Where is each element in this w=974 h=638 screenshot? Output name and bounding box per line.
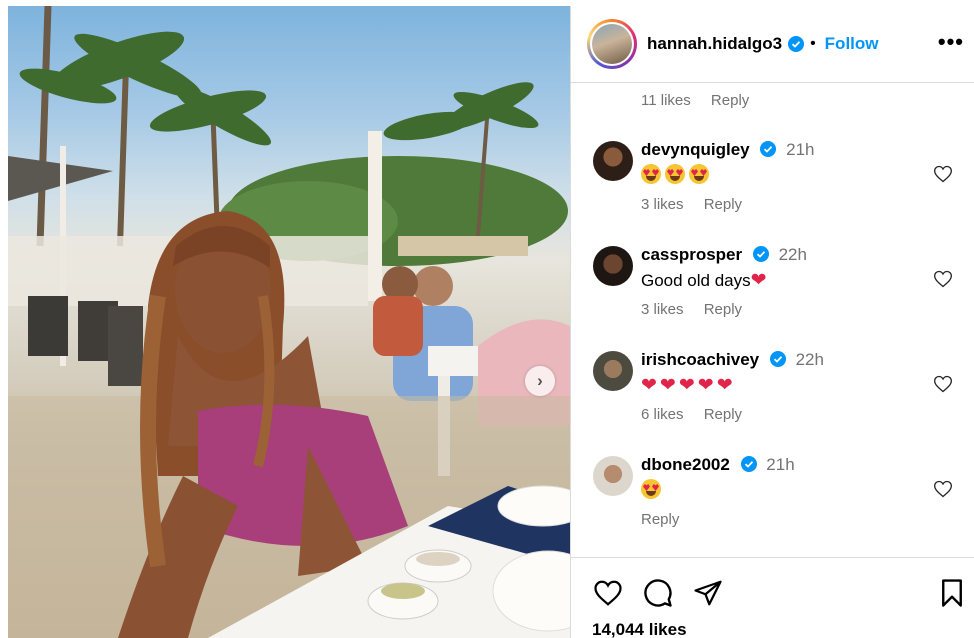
send-icon: [694, 580, 722, 606]
comment-item: cassprosper 22h Good old days❤ 3 likes R…: [571, 245, 974, 345]
more-options-icon[interactable]: •••: [938, 31, 964, 53]
verified-badge-icon: [760, 141, 777, 157]
verified-badge-icon: [752, 246, 769, 262]
reply-button[interactable]: Reply: [704, 406, 742, 423]
red-heart-emoji-icon: ❤: [716, 375, 733, 396]
like-heart-icon[interactable]: [933, 269, 953, 289]
verified-badge-icon: [740, 456, 757, 472]
comment-likes[interactable]: 3 likes: [641, 301, 684, 318]
comment-username[interactable]: irishcoachivey: [641, 350, 759, 369]
comment-time[interactable]: 21h: [766, 455, 794, 474]
photo-scene: [8, 6, 570, 638]
save-button[interactable]: [935, 576, 969, 610]
like-heart-icon[interactable]: [933, 479, 953, 499]
comment-bubble-icon: [644, 579, 672, 607]
comment-username[interactable]: dbone2002: [641, 455, 730, 474]
red-heart-emoji-icon: ❤: [750, 270, 767, 291]
reply-button[interactable]: Reply: [641, 511, 679, 528]
comment-username[interactable]: devynquigley: [641, 140, 750, 159]
comment-username-row: devynquigley 21h: [641, 140, 814, 160]
comment-meta: 3 likes Reply: [641, 196, 742, 213]
heart-icon: [594, 580, 622, 606]
follow-button[interactable]: Follow: [825, 34, 879, 54]
share-button[interactable]: [691, 576, 725, 610]
heart-eyes-emoji-icon: [689, 164, 709, 184]
avatar[interactable]: [593, 456, 633, 496]
comment-item: devynquigley 21h 3 likes Reply: [571, 140, 974, 240]
comment-text: [641, 164, 713, 186]
next-image-button[interactable]: ›: [525, 366, 555, 396]
verified-badge-icon: [788, 36, 805, 52]
comment-time[interactable]: 22h: [779, 245, 807, 264]
comment-username-row: cassprosper 22h: [641, 245, 807, 265]
heart-eyes-emoji-icon: [641, 164, 661, 184]
comment-username-row: irishcoachivey 22h: [641, 350, 824, 370]
like-heart-icon[interactable]: [933, 164, 953, 184]
bookmark-icon: [942, 579, 962, 607]
comment-time[interactable]: 21h: [786, 140, 814, 159]
comments-list[interactable]: 11 likes Reply devynquigley 21h 3 likes …: [571, 83, 974, 557]
verified-badge-icon: [769, 351, 786, 367]
reply-button[interactable]: Reply: [704, 301, 742, 318]
author-username[interactable]: hannah.hidalgo3: [647, 34, 782, 54]
comment-likes[interactable]: 3 likes: [641, 196, 684, 213]
avatar[interactable]: [593, 351, 633, 391]
reply-button[interactable]: Reply: [711, 92, 749, 109]
comment-text-content: Good old days: [641, 271, 751, 290]
post-sidebar: hannah.hidalgo3 • Follow ••• 11 likes Re…: [570, 6, 974, 638]
heart-eyes-emoji-icon: [641, 479, 661, 499]
red-heart-emoji-icon: ❤: [697, 375, 714, 396]
header-separator: •: [810, 35, 816, 52]
comment-likes[interactable]: 11 likes: [641, 92, 691, 109]
comment-meta: 3 likes Reply: [641, 301, 742, 318]
comment-meta: Reply: [641, 511, 679, 528]
post-actions-footer: 14,044 likes: [571, 557, 974, 638]
comment-item: irishcoachivey 22h ❤ ❤ ❤ ❤ ❤ 6 likes Reply: [571, 350, 974, 450]
likes-count[interactable]: 14,044 likes: [592, 620, 687, 638]
post-header: hannah.hidalgo3 • Follow •••: [571, 6, 974, 83]
like-button[interactable]: [591, 576, 625, 610]
avatar[interactable]: [593, 246, 633, 286]
heart-eyes-emoji-icon: [665, 164, 685, 184]
comment-text: ❤ ❤ ❤ ❤ ❤: [641, 374, 736, 397]
comment-username[interactable]: cassprosper: [641, 245, 742, 264]
avatar[interactable]: [593, 141, 633, 181]
comment-meta: 6 likes Reply: [641, 406, 742, 423]
comment-text: [641, 479, 665, 501]
comment-likes[interactable]: 6 likes: [641, 406, 684, 423]
previous-comment-meta: 11 likes Reply: [641, 92, 749, 109]
comment-time[interactable]: 22h: [796, 350, 824, 369]
like-heart-icon[interactable]: [933, 374, 953, 394]
red-heart-emoji-icon: ❤: [678, 375, 695, 396]
red-heart-emoji-icon: ❤: [641, 375, 657, 396]
comment-username-row: dbone2002 21h: [641, 455, 795, 475]
reply-button[interactable]: Reply: [704, 196, 742, 213]
action-bar: [591, 576, 725, 610]
comment-item: dbone2002 21h Reply: [571, 455, 974, 555]
author-avatar[interactable]: [587, 19, 637, 69]
red-heart-emoji-icon: ❤: [659, 375, 676, 396]
comment-text: Good old days❤: [641, 269, 770, 292]
comment-button[interactable]: [641, 576, 675, 610]
post-photo[interactable]: ›: [8, 6, 570, 638]
